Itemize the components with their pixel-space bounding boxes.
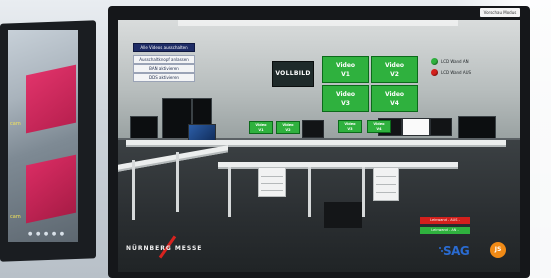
control-room-scene: Alle Videos ausschalten Ausschaltknopf a…	[118, 20, 520, 272]
scene-wall-monitor	[130, 116, 158, 140]
camera-feed-tile	[26, 64, 76, 134]
camera-feed-caption: cam	[10, 214, 21, 220]
desk-video-button-v3[interactable]: Video V3	[338, 120, 362, 133]
lcd-off-indicator-icon	[431, 68, 438, 76]
menu-item-ban[interactable]: BAN aktivieren	[133, 64, 195, 73]
menu-item-all-videos-off[interactable]: Alle Videos ausschalten	[133, 43, 195, 52]
scene-desk-monitor	[402, 118, 430, 136]
lcd-off-control[interactable]: LCD Wand AUS	[431, 68, 471, 76]
video-wall-button-id: V2	[390, 71, 399, 78]
video-wall-button-id: V1	[341, 71, 350, 78]
desk-video-id: V4	[376, 127, 382, 131]
lcd-on-control[interactable]: LCD Wand AN	[431, 57, 469, 65]
left-secondary-screen: cam cam ● ● ● ● ●	[8, 30, 78, 242]
video-wall-button-id: V4	[390, 100, 399, 107]
lcd-off-label: LCD Wand AUS	[441, 69, 472, 75]
camera-feed-tile	[26, 154, 76, 224]
video-wall-button-v2[interactable]: Video V2	[371, 56, 418, 83]
scene-desk-leg	[228, 167, 231, 217]
desk-video-id: V3	[347, 127, 353, 131]
video-wall-button-v4[interactable]: Video V4	[371, 85, 418, 112]
desk-video-id: V2	[285, 128, 291, 132]
scene-desk-monitor	[430, 118, 452, 136]
menu-item-dds[interactable]: DDS aktivieren	[133, 73, 195, 82]
scene-cabinet	[258, 167, 286, 197]
scene-floor-opening	[324, 202, 362, 228]
nuernberg-messe-logo: NÜRNBERG MESSE	[126, 245, 203, 252]
lcd-on-indicator-icon	[431, 57, 438, 65]
scene-wall-monitor	[458, 116, 496, 140]
vollbild-button[interactable]: VOLLBILD	[272, 61, 314, 87]
camera-feed-caption: cam	[10, 121, 21, 127]
scene-desk-front	[218, 162, 458, 169]
desk-video-button-v1[interactable]: Video V1	[249, 121, 273, 134]
menu-item-keep-switch[interactable]: Ausschaltknopf anlassen	[133, 55, 195, 64]
main-monitor-screen: Alle Videos ausschalten Ausschaltknopf a…	[118, 20, 520, 272]
video-wall-button-label: Video	[335, 62, 356, 69]
round-logo-icon: JS	[490, 242, 506, 258]
video-wall-button-label: Video	[384, 62, 405, 69]
sag-logo: SAG	[443, 244, 470, 258]
scene-ceiling-light	[178, 20, 458, 26]
bezel-sticker: Vorschau Modus	[480, 8, 520, 17]
scene-desk-back	[126, 140, 506, 147]
video-wall-button-label: Video	[384, 91, 405, 98]
desk-video-button-v2[interactable]: Video V2	[276, 121, 300, 134]
scene-desk-leg	[132, 160, 135, 220]
scene-cabinet	[373, 167, 399, 201]
scene-desk-monitor	[302, 120, 324, 138]
screen-on-button[interactable]: Leinwand - AN -	[420, 227, 470, 234]
video-wall-button-v3[interactable]: Video V3	[322, 85, 369, 112]
scene-desk-leg	[362, 167, 365, 217]
desk-video-button-v4[interactable]: Video V4	[367, 120, 391, 133]
video-wall-button-id: V3	[341, 100, 350, 107]
desk-video-id: V1	[258, 128, 264, 132]
video-wall-button-v1[interactable]: Video V1	[322, 56, 369, 83]
lcd-on-label: LCD Wand AN	[441, 58, 469, 64]
video-wall-button-label: Video	[335, 91, 356, 98]
scene-desk-leg	[308, 167, 311, 217]
screen-off-button[interactable]: Leinwand - AUS -	[420, 217, 470, 224]
scene-desk-leg	[176, 152, 179, 212]
camera-controls: ● ● ● ● ●	[28, 231, 66, 237]
